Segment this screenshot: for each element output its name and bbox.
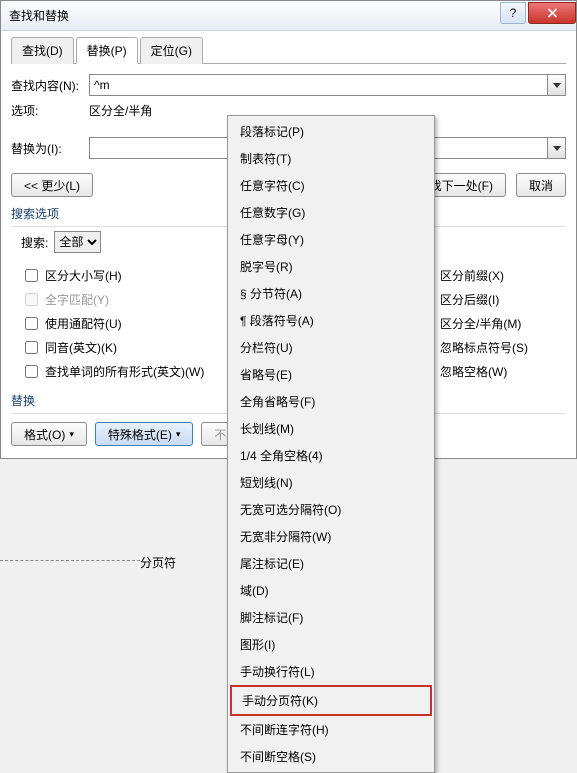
menu-item[interactable]: ¶ 段落符号(A) (230, 307, 432, 334)
chevron-down-icon (553, 83, 561, 88)
find-label: 查找内容(N): (11, 77, 89, 94)
menu-item[interactable]: 制表符(T) (230, 145, 432, 172)
chk-ignore-punct[interactable]: 忽略标点符号(S) (416, 338, 566, 357)
tab-replace[interactable]: 替换(P) (76, 37, 138, 64)
chevron-down-icon (553, 146, 561, 151)
menu-item[interactable]: 脱字号(R) (230, 253, 432, 280)
close-button[interactable] (528, 2, 576, 24)
menu-item[interactable]: 短划线(N) (230, 469, 432, 496)
special-format-menu[interactable]: 段落标记(P)制表符(T)任意字符(C)任意数字(G)任意字母(Y)脱字号(R)… (227, 115, 435, 773)
chk-prefix[interactable]: 区分前缀(X) (416, 266, 566, 285)
tab-goto[interactable]: 定位(G) (140, 37, 203, 64)
format-button[interactable]: 格式(O) (11, 422, 87, 446)
help-button[interactable]: ? (500, 2, 526, 24)
options-value: 区分全/半角 (89, 102, 152, 119)
window-title: 查找和替换 (9, 7, 498, 24)
less-button[interactable]: << 更少(L) (11, 173, 93, 197)
menu-item[interactable]: § 分节符(A) (230, 280, 432, 307)
menu-item[interactable]: 长划线(M) (230, 415, 432, 442)
titlebar: 查找和替换 ? (1, 1, 576, 31)
menu-item[interactable]: 任意字符(C) (230, 172, 432, 199)
menu-item[interactable]: 1/4 全角空格(4) (230, 442, 432, 469)
menu-item[interactable]: 手动分页符(K) (230, 685, 432, 716)
search-direction-label: 搜索: (21, 234, 48, 251)
menu-item[interactable]: 任意数字(G) (230, 199, 432, 226)
menu-item[interactable]: 省略号(E) (230, 361, 432, 388)
find-combo (89, 74, 566, 96)
replace-dropdown-button[interactable] (548, 137, 566, 159)
menu-item[interactable]: 手动换行符(L) (230, 658, 432, 685)
chk-full-half[interactable]: 区分全/半角(M) (416, 314, 566, 333)
menu-item[interactable]: 脚注标记(F) (230, 604, 432, 631)
close-icon (547, 8, 558, 18)
tab-find[interactable]: 查找(D) (11, 37, 74, 64)
find-input[interactable] (89, 74, 548, 96)
menu-item[interactable]: 无宽非分隔符(W) (230, 523, 432, 550)
options-label: 选项: (11, 102, 89, 119)
chk-ignore-space[interactable]: 忽略空格(W) (416, 362, 566, 381)
page-break-line (0, 560, 140, 561)
page-break-label: 分页符 (140, 554, 176, 571)
menu-item[interactable]: 无宽可选分隔符(O) (230, 496, 432, 523)
find-row: 查找内容(N): (11, 74, 566, 96)
menu-item[interactable]: 域(D) (230, 577, 432, 604)
menu-item[interactable]: 图形(I) (230, 631, 432, 658)
menu-item[interactable]: 全角省略号(F) (230, 388, 432, 415)
cancel-button[interactable]: 取消 (516, 173, 566, 197)
menu-item[interactable]: 不间断连字符(H) (230, 716, 432, 743)
menu-item[interactable]: 段落标记(P) (230, 118, 432, 145)
find-dropdown-button[interactable] (548, 74, 566, 96)
replace-label: 替换为(I): (11, 140, 89, 157)
search-direction-select[interactable]: 全部 (54, 231, 101, 253)
menu-item[interactable]: 分栏符(U) (230, 334, 432, 361)
menu-item[interactable]: 任意字母(Y) (230, 226, 432, 253)
menu-item[interactable]: 尾注标记(E) (230, 550, 432, 577)
tab-bar: 查找(D) 替换(P) 定位(G) (11, 36, 566, 64)
special-format-button[interactable]: 特殊格式(E) (95, 422, 194, 446)
menu-item[interactable]: 不间断空格(S) (230, 743, 432, 770)
chk-suffix[interactable]: 区分后缀(I) (416, 290, 566, 309)
titlebar-buttons: ? (498, 2, 576, 24)
